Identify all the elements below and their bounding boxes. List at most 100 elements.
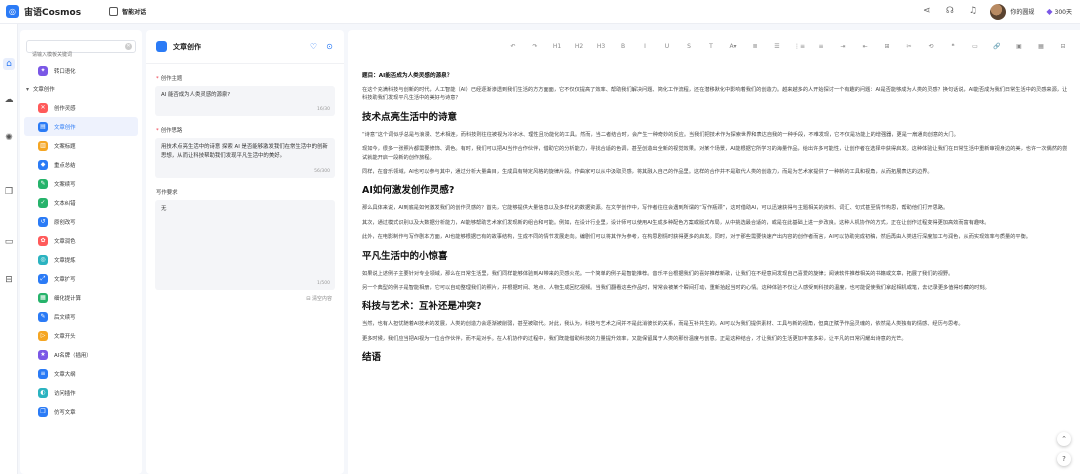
logo[interactable]: ◎ 宙语Cosmos [6,5,81,18]
user-name[interactable]: 你的圆规 [1010,7,1034,16]
requirement-input[interactable]: 无 1/500 [155,200,335,290]
paragraph: 另一个典型的例子是智能相册，它可以自动整理我们的照片，并根据时间、地点、人物生成… [362,285,990,292]
clear-content-button[interactable]: ⊟ 清空内容 [146,295,332,302]
sidebar-item[interactable]: ◐ 访问插作 [20,383,142,402]
headset-icon[interactable]: ☊ [944,6,955,17]
toolbar-button[interactable]: ❝ [948,43,958,50]
toolbar-button[interactable]: U [662,43,672,50]
sidebar-item-label: 文本纠错 [54,200,76,207]
template-icon: ✎ [38,178,48,189]
toolbar-button[interactable]: ⇥ [838,43,848,50]
sidebar-item[interactable]: ↺ 原创改写 [20,212,142,231]
sidebar-item[interactable]: ✓ 文本纠错 [20,193,142,212]
toolbar-button[interactable]: H2 [574,43,584,50]
toolbar-button[interactable]: ⊞ [882,43,892,50]
help-icon[interactable]: ? [1057,452,1071,466]
toolbar-button[interactable]: ▭ [970,43,980,50]
paragraph: 现如今，很多一张照片都需要修饰、调色。有时，我们可以把AI当作合作伙伴，借助它的… [362,146,1068,161]
paragraph: 那么具体来说，AI到底是如何激发我们的创作灵感的？首先，它能够提供大量信息以及多… [362,205,949,212]
toolbar-button[interactable]: ☰ [772,43,782,50]
sidebar-item[interactable]: ✎ 后文续写 [20,307,142,326]
clear-search-icon[interactable]: ✕ [125,43,132,50]
sidebar-item-label: 创作灵感 [54,105,76,112]
toolbar-button[interactable]: A▾ [728,43,738,50]
book-icon[interactable]: ❒ [3,186,15,198]
archive-icon[interactable]: ⊟ [3,274,15,286]
sidebar-item[interactable]: ❐ 仿写文章 [20,402,142,421]
sidebar-item[interactable]: ≡ 文章大纲 [20,364,142,383]
toolbar-button[interactable]: ↶ [508,43,518,50]
toolbar-button[interactable]: H1 [552,43,562,50]
sidebar-item[interactable]: ▦ 细化提计算 [20,288,142,307]
idea-input[interactable]: 用技术点亮生活中的诗意 探索 AI 是否能够激发我们在常生活中的创新思想，从而让… [155,138,335,178]
bulb-icon[interactable]: ✺ [3,132,15,144]
toolbar-button[interactable]: ≣ [750,43,760,50]
toolbar-button[interactable]: B [618,43,628,50]
sidebar-item-label: AI名牌（插用） [54,352,92,359]
editor-panel: ↶↷H1H2H3BIUSTA▾≣☰⋮≡≡⇥⇤⊞✂⟲❝▭🔗▣▦⊟⌧{}⤢ 题目：A… [348,30,1080,474]
char-count: 16/30 [317,107,330,112]
toolbar-button[interactable]: ▦ [1036,43,1046,50]
sidebar-item[interactable]: ▷ 文章开头 [20,326,142,345]
field-topic: * 创作主题 AI 能否成为人类灵感的源泉? 16/30 [146,74,344,116]
sidebar-group[interactable]: ▾ 文章创作 [20,80,142,98]
template-icon: ▥ [38,140,48,151]
sidebar-item[interactable]: ★ AI名牌（插用） [20,345,142,364]
toolbar-button[interactable]: ✂ [904,43,914,50]
toolbar-button[interactable]: 🔗 [992,43,1002,50]
monitor-icon[interactable]: ▭ [3,236,15,248]
toolbar-button[interactable]: ↷ [530,43,540,50]
sidebar-item-label: 文章大纲 [54,371,76,378]
paragraph: 此外，在电影制作与写作剧本方面，AI也能够根据已有的故事结构，生成不同的情节发展… [362,234,1031,241]
sidebar-item-label: 原创改写 [54,219,76,226]
vip-badge[interactable]: ◆ 300天 [1046,7,1072,16]
nav-title-label: 智能对话 [122,9,147,16]
toolbar-button[interactable]: T [706,43,716,50]
sidebar-item[interactable]: ▥ 文案标题 [20,136,142,155]
toolbar-button[interactable]: ⋮≡ [794,43,805,50]
toolbar-button[interactable]: ≡ [816,43,826,50]
toolbar-button[interactable]: H3 [596,43,606,50]
field-label: 创作主题 [160,76,183,82]
favorite-icon[interactable]: ♡ [309,42,318,51]
topic-input[interactable]: AI 能否成为人类灵感的源泉? 16/30 [155,86,335,116]
toolbar-button[interactable]: ▣ [1014,43,1024,50]
sidebar-item[interactable]: ▤ 文章创作 [24,117,138,136]
template-icon: ❐ [38,406,48,417]
document-body[interactable]: 题目：AI能否成为人类灵感的源泉？ 在这个充满科技与创新的时代，人工智能（AI）… [362,71,1070,371]
toolbar-button[interactable]: ⟲ [926,43,936,50]
form-panel: 文章创作 ♡ ⊙ * 创作主题 AI 能否成为人类灵感的源泉? 16/30 * 创作… [146,30,344,474]
sidebar-item[interactable]: ⤢ 文章扩写 [20,269,142,288]
home-icon[interactable]: ⌂ [3,58,15,70]
avatar[interactable] [990,3,1007,20]
sidebar-item[interactable]: ✎ 文案续写 [20,174,142,193]
sidebar-item-label: 文案标题 [54,143,76,150]
bell-icon[interactable]: ♫ [967,6,978,17]
scroll-up-icon[interactable]: ⌃ [1057,432,1071,446]
section-heading: 平凡生活中的小惊喜 [362,250,448,262]
template-icon: ◐ [38,387,48,398]
field-label: 创作思路 [160,128,183,134]
sidebar-item-label: 访问插作 [54,390,76,397]
sidebar-item[interactable]: ✿ 文章润色 [20,231,142,250]
sidebar-item[interactable]: ◎ 文章提炼 [20,250,142,269]
nav-smart-chat[interactable]: 智能对话 [109,7,146,16]
toolbar-button[interactable]: ⊟ [1058,43,1068,50]
sidebar-item[interactable]: ✦ 转口语化 [20,61,142,80]
share-icon[interactable]: ⋖ [921,6,932,17]
toolbar-button[interactable]: S [684,43,694,50]
toolbar-button[interactable]: I [640,43,650,50]
toolbar-button[interactable]: ⇤ [860,43,870,50]
brand-name: 宙语Cosmos [24,8,82,18]
template-icon: ⤢ [38,273,48,284]
logo-icon: ◎ [6,5,19,18]
info-icon[interactable]: ⊙ [325,42,334,51]
section-heading: 技术点亮生活中的诗意 [362,111,458,123]
sidebar-item-label: 后文续写 [54,314,76,321]
paragraph: 同样，在音乐领域，AI也可以参与其中，通过分析大量曲目，生成具有特定风格的旋律片… [362,169,933,176]
sidebar-item[interactable]: ◆ 重点总结 [20,155,142,174]
cloud-icon[interactable]: ☁ [3,94,15,106]
template-icon: ↺ [38,216,48,227]
sidebar-item[interactable]: ✕ 创作灵感 [20,98,142,117]
template-search-input[interactable] [27,49,135,61]
